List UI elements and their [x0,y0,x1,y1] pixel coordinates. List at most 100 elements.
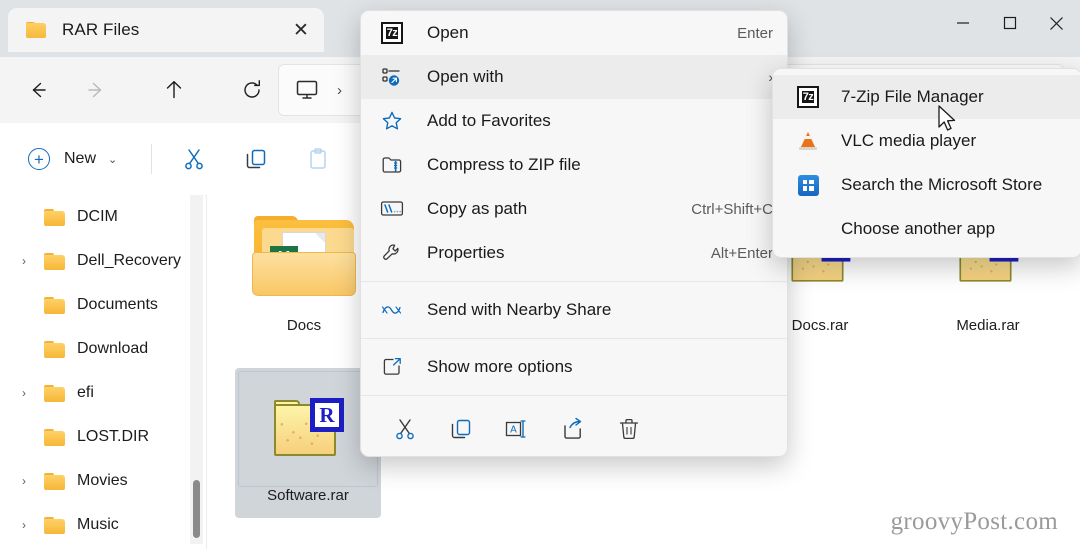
new-button-label: New [64,150,97,167]
sidebar-item-label: Music [77,516,119,533]
cut-icon[interactable] [377,409,433,449]
list-item[interactable]: X Docs [231,201,377,351]
sevenzip-icon: 7z [377,22,407,44]
this-pc-icon [295,79,319,101]
sidebar-item-efi[interactable]: › efi [0,371,205,415]
folder-icon [44,428,65,446]
chevron-right-icon: › [12,298,36,312]
submenu-item-label: Search the Microsoft Store [841,175,1043,194]
nearby-share-icon [377,303,407,317]
context-menu-item-open[interactable]: 7z Open Enter [361,11,787,55]
submenu-item-label: Choose another app [841,219,996,238]
new-button[interactable]: + New ⌄ [22,139,127,179]
plus-icon: + [28,148,50,170]
context-menu-item-accel: Ctrl+Shift+C [691,200,773,218]
delete-icon[interactable] [601,409,657,449]
share-icon[interactable] [545,409,601,449]
star-icon [377,110,407,132]
sidebar-item-label: Dell_Recovery [77,252,182,269]
sidebar-item-movies[interactable]: › Movies [0,459,205,503]
context-menu-item-label: Add to Favorites [427,111,551,130]
item-label: Docs [286,317,322,334]
close-button[interactable] [1033,0,1080,46]
context-menu-item-copy-as-path[interactable]: Copy as path Ctrl+Shift+C [361,187,787,231]
chevron-right-icon: › [12,430,36,444]
sidebar-item-download[interactable]: › Download [0,327,205,371]
tab-rar-files[interactable]: RAR Files ✕ [8,8,324,52]
svg-text:A: A [510,425,517,436]
chevron-right-icon[interactable]: › [12,386,36,400]
menu-divider [361,395,787,396]
context-menu-item-accel: Enter [737,24,773,42]
submenu-item-vlc-media-player[interactable]: VLC media player [773,119,1080,163]
tab-strip: RAR Files ✕ [8,8,324,54]
open-with-icon [377,66,407,88]
explorer-window: RAR Files ✕ › + New ⌄ DCIM › Dell_Recove… [0,0,1080,549]
context-menu-item-show-more-options[interactable]: Show more options [361,345,787,389]
chevron-down-icon[interactable]: ⌄ [108,153,117,166]
folder-icon [26,22,46,38]
rename-icon[interactable]: A [489,409,545,449]
sidebar-item-label: DCIM [77,208,118,225]
chevron-right-icon[interactable]: › [12,254,36,268]
submenu-item-label: 7-Zip File Manager [841,87,984,106]
sidebar-item-music[interactable]: › Music [0,503,205,544]
maximize-button[interactable] [986,0,1033,46]
up-button[interactable] [154,70,194,110]
item-thumbnail: R [238,371,378,487]
menu-divider [361,281,787,282]
submenu-item-choose-another-app[interactable]: Choose another app [773,207,1080,251]
back-button[interactable] [18,70,58,110]
sidebar-item-documents[interactable]: › Documents [0,283,205,327]
forward-button[interactable] [76,70,116,110]
sidebar-item-label: LOST.DIR [77,428,150,445]
context-menu-item-open-with[interactable]: Open with › [361,55,787,99]
context-menu-item-label: Copy as path [427,199,528,218]
folder-icon [44,472,65,490]
tab-close-icon[interactable]: ✕ [284,13,318,47]
sidebar-item-lost-dir[interactable]: › LOST.DIR [0,415,205,459]
paste-icon[interactable] [298,139,338,179]
sidebar-scrollbar-thumb[interactable] [193,480,200,538]
open-with-submenu: 7z 7-Zip File Manager VLC media player S… [772,68,1080,258]
chevron-right-icon: › [12,342,36,356]
cut-icon[interactable] [174,139,214,179]
context-menu: 7z Open Enter Open with › Add to Favorit… [360,10,788,457]
context-menu-item-label: Compress to ZIP file [427,155,581,174]
folder-with-excel-icon: X [252,216,356,302]
address-chevron-icon[interactable]: › [337,82,342,99]
copy-icon[interactable] [433,409,489,449]
menu-divider [361,338,787,339]
context-menu-item-label: Open [427,23,469,42]
sidebar-item-dell-recovery[interactable]: › Dell_Recovery [0,239,205,283]
context-menu-item-properties[interactable]: Properties Alt+Enter [361,231,787,275]
copy-path-icon [377,199,407,219]
folder-icon [44,296,65,314]
folder-icon [44,516,65,534]
context-menu-item-label: Show more options [427,357,573,376]
folder-icon [44,252,65,270]
refresh-button[interactable] [232,70,272,110]
folder-icon [44,384,65,402]
folder-icon [44,340,65,358]
sidebar-item-dcim[interactable]: › DCIM [0,195,205,239]
zip-folder-icon [377,154,407,176]
submenu-item-7zip-file-manager[interactable]: 7z 7-Zip File Manager [773,75,1080,119]
toolbar-divider [151,144,153,174]
context-menu-item-add-to-favorites[interactable]: Add to Favorites [361,99,787,143]
tab-title: RAR Files [62,20,140,39]
item-thumbnail: X [231,201,377,317]
chevron-right-icon[interactable]: › [12,474,36,488]
sidebar-item-label: Download [77,340,149,357]
submenu-item-search-the-microsoft-store[interactable]: Search the Microsoft Store [773,163,1080,207]
item-label: Media.rar [956,317,1020,334]
window-controls [939,0,1080,46]
item-label: Software.rar [267,487,349,504]
minimize-button[interactable] [939,0,986,46]
context-menu-item-send-with-nearby-share[interactable]: Send with Nearby Share [361,288,787,332]
context-menu-item-compress-to-zip[interactable]: Compress to ZIP file [361,143,787,187]
context-menu-item-label: Send with Nearby Share [427,300,612,319]
chevron-right-icon[interactable]: › [12,518,36,532]
copy-icon[interactable] [236,139,276,179]
item-label: Docs.rar [791,317,849,334]
